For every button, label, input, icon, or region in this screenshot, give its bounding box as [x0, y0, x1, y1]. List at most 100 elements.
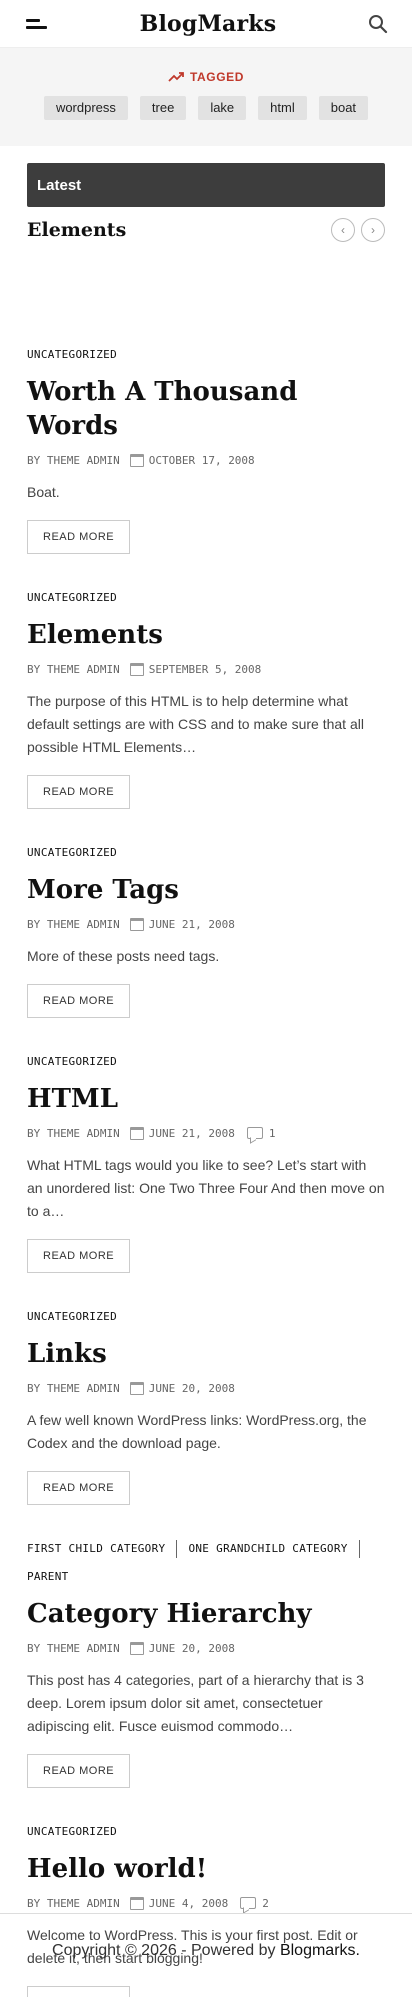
post-meta: BY THEME ADMIN JUNE 21, 2008	[27, 915, 385, 933]
site-title[interactable]: BlogMarks	[140, 11, 277, 37]
chevron-left-icon: ‹	[341, 223, 345, 237]
post-item: UNCATEGORIZED Elements BY THEME ADMIN SEPTE…	[27, 584, 385, 809]
hamburger-menu-icon[interactable]	[26, 17, 48, 31]
featured-post-title[interactable]: Elements	[27, 219, 126, 241]
post-title[interactable]: Category Hierarchy	[27, 1597, 385, 1631]
tag-pill[interactable]: tree	[139, 96, 187, 120]
post-item: UNCATEGORIZED More Tags BY THEME ADMIN JUNE…	[27, 839, 385, 1018]
post-author[interactable]: BY THEME ADMIN	[27, 1897, 120, 1910]
post-title[interactable]: Worth A Thousand Words	[27, 375, 385, 443]
site-header: BlogMarks	[0, 0, 412, 48]
post-date[interactable]: JUNE 4, 2008	[149, 1897, 228, 1910]
category-separator	[176, 1540, 178, 1558]
post-date[interactable]: JUNE 21, 2008	[149, 1127, 235, 1140]
post-categories: UNCATEGORIZED	[27, 1303, 385, 1331]
category-link[interactable]: UNCATEGORIZED	[27, 341, 117, 369]
tag-pill[interactable]: boat	[318, 96, 369, 120]
post-author[interactable]: BY THEME ADMIN	[27, 918, 120, 931]
post-author[interactable]: BY THEME ADMIN	[27, 663, 120, 676]
post-title[interactable]: HTML	[27, 1082, 385, 1116]
tags-heading: TAGGED	[0, 70, 412, 84]
post-author[interactable]: BY THEME ADMIN	[27, 1127, 120, 1140]
read-more-button[interactable]: READ MORE	[27, 1239, 131, 1273]
main-content: Latest Elements ‹ › UNCATEGORIZED Worth A…	[0, 163, 412, 1997]
post-excerpt: What HTML tags would you like to see? Le…	[27, 1157, 385, 1219]
footer-powered-by: - Powered by	[181, 1942, 276, 1959]
site-footer: Copyright © 2026 - Powered by Blogmarks.	[0, 1913, 412, 1960]
comment-count[interactable]: 2	[262, 1897, 269, 1910]
category-link[interactable]: FIRST CHILD CATEGORY	[27, 1535, 165, 1563]
category-link[interactable]: PARENT	[27, 1563, 69, 1591]
post-item: UNCATEGORIZED Links BY THEME ADMIN JUNE 20,…	[27, 1303, 385, 1505]
read-more-button[interactable]: READ MORE	[27, 984, 131, 1018]
read-more-button[interactable]: READ MORE	[27, 1754, 131, 1788]
category-link[interactable]: UNCATEGORIZED	[27, 1303, 117, 1331]
tags-section: TAGGED wordpress tree lake html boat	[0, 48, 412, 146]
post-meta: BY THEME ADMIN SEPTEMBER 5, 2008	[27, 660, 385, 678]
post-excerpt: Boat.	[27, 484, 60, 500]
post-meta: BY THEME ADMIN OCTOBER 17, 2008	[27, 451, 385, 469]
category-link[interactable]: UNCATEGORIZED	[27, 1818, 117, 1846]
read-more-button[interactable]: READ MORE	[27, 775, 131, 809]
post-title[interactable]: Hello world!	[27, 1852, 385, 1886]
post-item: FIRST CHILD CATEGORY ONE GRANDCHILD CATEG…	[27, 1535, 385, 1788]
post-date[interactable]: OCTOBER 17, 2008	[149, 454, 255, 467]
calendar-icon	[129, 1896, 144, 1910]
post-excerpt: The purpose of this HTML is to help dete…	[27, 693, 364, 755]
calendar-icon	[129, 662, 144, 676]
read-more-button[interactable]: READ MORE	[27, 1471, 131, 1505]
calendar-icon	[129, 1381, 144, 1395]
post-categories: UNCATEGORIZED	[27, 584, 385, 612]
tag-pill[interactable]: lake	[198, 96, 247, 120]
post-title[interactable]: Elements	[27, 618, 385, 652]
post-item: UNCATEGORIZED HTML BY THEME ADMIN JUNE 21, …	[27, 1048, 385, 1273]
footer-copyright: Copyright © 2026	[52, 1942, 177, 1959]
post-author[interactable]: BY THEME ADMIN	[27, 1382, 120, 1395]
search-icon[interactable]	[368, 14, 388, 34]
post-categories: UNCATEGORIZED	[27, 1818, 385, 1846]
calendar-icon	[129, 917, 144, 931]
read-more-button[interactable]: READ MORE	[27, 520, 131, 554]
post-meta: BY THEME ADMIN JUNE 20, 2008	[27, 1379, 385, 1397]
post-item: UNCATEGORIZED Hello world! BY THEME ADMIN J…	[27, 1818, 385, 1997]
read-more-button[interactable]: READ MORE	[27, 1986, 131, 1997]
post-list: UNCATEGORIZED Worth A Thousand Words BY TH…	[27, 341, 385, 1997]
post-date[interactable]: JUNE 20, 2008	[149, 1642, 235, 1655]
post-date[interactable]: SEPTEMBER 5, 2008	[149, 663, 262, 676]
tag-pill[interactable]: wordpress	[43, 96, 128, 120]
post-categories: UNCATEGORIZED	[27, 1048, 385, 1076]
post-categories: UNCATEGORIZED	[27, 839, 385, 867]
calendar-icon	[129, 1641, 144, 1655]
category-separator	[358, 1540, 360, 1558]
post-author[interactable]: BY THEME ADMIN	[27, 454, 120, 467]
tag-list: wordpress tree lake html boat	[0, 96, 412, 120]
slider-prev-button[interactable]: ‹	[331, 218, 355, 242]
post-categories: UNCATEGORIZED	[27, 341, 385, 369]
tag-pill[interactable]: html	[258, 96, 307, 120]
tags-heading-label: TAGGED	[189, 70, 245, 84]
chevron-right-icon: ›	[371, 223, 375, 237]
post-meta: BY THEME ADMIN JUNE 4, 2008 2	[27, 1894, 385, 1912]
post-date[interactable]: JUNE 21, 2008	[149, 918, 235, 931]
category-link[interactable]: ONE GRANDCHILD CATEGORY	[188, 1535, 347, 1563]
post-author[interactable]: BY THEME ADMIN	[27, 1642, 120, 1655]
latest-label: Latest	[37, 176, 82, 194]
post-excerpt: A few well known WordPress links: WordPr…	[27, 1412, 367, 1451]
post-title[interactable]: Links	[27, 1337, 385, 1371]
featured-slider-header: Elements ‹ ›	[27, 217, 385, 243]
comment-count[interactable]: 1	[269, 1127, 276, 1140]
post-title[interactable]: More Tags	[27, 873, 385, 907]
post-meta: BY THEME ADMIN JUNE 21, 2008 1	[27, 1124, 385, 1142]
slider-next-button[interactable]: ›	[361, 218, 385, 242]
footer-brand-link[interactable]: Blogmarks.	[280, 1942, 360, 1959]
calendar-icon	[129, 453, 144, 467]
post-excerpt: This post has 4 categories, part of a hi…	[27, 1672, 364, 1734]
comment-icon	[246, 1127, 263, 1139]
trending-up-icon	[168, 72, 184, 82]
category-link[interactable]: UNCATEGORIZED	[27, 1048, 117, 1076]
post-date[interactable]: JUNE 20, 2008	[149, 1382, 235, 1395]
category-link[interactable]: UNCATEGORIZED	[27, 584, 117, 612]
category-link[interactable]: UNCATEGORIZED	[27, 839, 117, 867]
post-excerpt: More of these posts need tags.	[27, 948, 220, 964]
calendar-icon	[129, 1126, 144, 1140]
